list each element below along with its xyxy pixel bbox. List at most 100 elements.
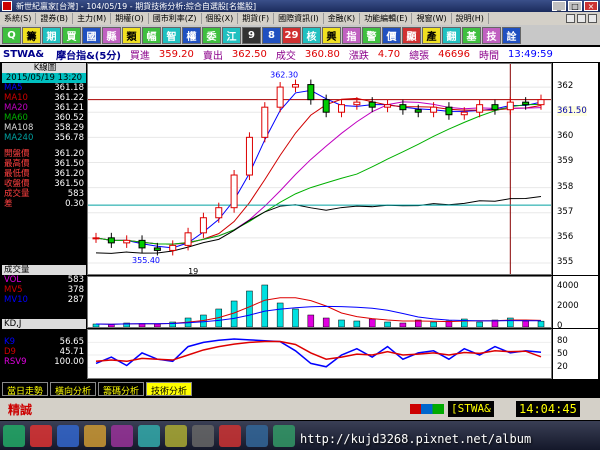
- last-value: 362.50: [231, 49, 267, 60]
- toolbar-button-9[interactable]: 權: [182, 26, 201, 44]
- tab-2[interactable]: 籌碼分析: [98, 382, 145, 397]
- vol-value: 378: [67, 285, 84, 295]
- menu-item-1[interactable]: 證券(B): [36, 13, 74, 24]
- menu-item-6[interactable]: 期貨(F): [238, 13, 275, 24]
- menu-item-4[interactable]: 國市利率(Z): [149, 13, 202, 24]
- toolbar-button-4[interactable]: 國: [82, 26, 101, 44]
- toolbar-button-14[interactable]: 29: [282, 26, 301, 44]
- grid-icon[interactable]: [566, 14, 575, 23]
- menu-item-7[interactable]: 國際資訊(I): [274, 13, 324, 24]
- ohlc-value: 361.20: [54, 149, 84, 159]
- ohlc-label: 成交量: [4, 189, 30, 199]
- toolbar-button-5[interactable]: 縣: [102, 26, 121, 44]
- vol-row: VOL 583: [2, 275, 86, 285]
- ma-value: 361.21: [54, 103, 84, 113]
- ma-label: MA20: [4, 103, 28, 113]
- menu-item-2[interactable]: 主力(M): [73, 13, 112, 24]
- ma-value: 356.78: [54, 133, 84, 143]
- toolbar-button-1[interactable]: 籌: [22, 26, 41, 44]
- ohlc-label: 開盤價: [4, 149, 30, 159]
- minimize-button[interactable]: _: [552, 1, 566, 11]
- toolbar-button-13[interactable]: 8: [262, 26, 281, 44]
- toolbar-button-18[interactable]: 警: [362, 26, 381, 44]
- volume-bar: [353, 320, 361, 327]
- candle: [537, 99, 545, 106]
- app-icon-5[interactable]: [138, 424, 160, 447]
- toolbar-button-24[interactable]: 技: [482, 26, 501, 44]
- toolbar-button-16[interactable]: 興: [322, 26, 341, 44]
- menu-item-11[interactable]: 說明(H): [452, 13, 489, 24]
- menu-item-0[interactable]: 系統(S): [0, 13, 37, 24]
- toolbar-button-0[interactable]: Q: [2, 26, 21, 44]
- ohlc-value: 0.30: [65, 199, 84, 209]
- toolbar-button-17[interactable]: 指: [342, 26, 361, 44]
- volume-bar: [108, 324, 115, 327]
- toolbar-button-15[interactable]: 核: [302, 26, 321, 44]
- toolbar-button-20[interactable]: 顯: [402, 26, 421, 44]
- price-chart[interactable]: 362.30 355.40 19: [87, 63, 552, 275]
- menu-item-10[interactable]: 視窗(W): [412, 13, 452, 24]
- ohlc-row: 差 0.30: [2, 199, 86, 209]
- menu-item-9[interactable]: 功能編輯(E): [360, 13, 413, 24]
- sell-label: 賣出: [202, 51, 223, 62]
- toolbar-button-23[interactable]: 基: [462, 26, 481, 44]
- toolbar-button-10[interactable]: 委: [202, 26, 221, 44]
- tab-1[interactable]: 橫向分析: [50, 382, 97, 397]
- ma-line-0: [95, 89, 542, 249]
- candle: [276, 86, 284, 108]
- candle: [92, 237, 100, 240]
- app-icon-6[interactable]: [165, 424, 187, 447]
- app-icon-8[interactable]: [219, 424, 241, 447]
- kd-tick: 50: [557, 349, 568, 359]
- toolbar-button-19[interactable]: 價: [382, 26, 401, 44]
- close-icon[interactable]: [588, 14, 597, 23]
- toolbar-button-11[interactable]: 江: [222, 26, 241, 44]
- start-icon[interactable]: [3, 424, 25, 447]
- close-button[interactable]: ×: [584, 1, 598, 11]
- toolbar-button-3[interactable]: 買: [62, 26, 81, 44]
- status-indicator-icon: [410, 404, 444, 414]
- candle: [123, 239, 131, 244]
- toolbar-button-7[interactable]: 幅: [142, 26, 161, 44]
- toolbar-button-6[interactable]: 類: [122, 26, 141, 44]
- app-icon-3[interactable]: [84, 424, 106, 447]
- app-icon-1[interactable]: [30, 424, 52, 447]
- ohlc-value: 361.20: [54, 169, 84, 179]
- toolbar-button-2[interactable]: 期: [42, 26, 61, 44]
- ma-row: MA240 356.78: [2, 133, 86, 143]
- price-tick: 358: [557, 181, 574, 192]
- high-label: 362.30: [270, 71, 298, 80]
- app-icon-9[interactable]: [246, 424, 268, 447]
- ohlc-row: 收盤價 361.50: [2, 179, 86, 189]
- app-icon-10[interactable]: [273, 424, 295, 447]
- toolbar-button-21[interactable]: 產: [422, 26, 441, 44]
- toolbar-button-22[interactable]: 翻: [442, 26, 461, 44]
- maximize-button[interactable]: □: [568, 1, 582, 11]
- ohlc-label: 最高價: [4, 159, 30, 169]
- menu-item-8[interactable]: 金融(K): [324, 13, 361, 24]
- volume-value: 4.70: [377, 49, 401, 60]
- toolbar-button-12[interactable]: 9: [242, 26, 261, 44]
- candle: [199, 217, 207, 234]
- tab-3[interactable]: 技術分析: [146, 382, 193, 397]
- menu-item-3[interactable]: 期權(O): [111, 13, 149, 24]
- toolbar-button-25[interactable]: 詮: [502, 26, 521, 44]
- tab-0[interactable]: 當日走勢: [2, 382, 49, 397]
- candle: [399, 104, 407, 111]
- menu-item-5[interactable]: 個股(X): [202, 13, 239, 24]
- kd-chart[interactable]: [87, 329, 552, 379]
- info-icon[interactable]: [577, 14, 586, 23]
- candle: [353, 101, 361, 106]
- volume-chart[interactable]: [87, 276, 552, 328]
- vol-row: MV10 287: [2, 295, 86, 305]
- app-icon-2[interactable]: [57, 424, 79, 447]
- candle: [491, 104, 499, 111]
- app-icon-4[interactable]: [111, 424, 133, 447]
- toolbar-button-8[interactable]: 智: [162, 26, 181, 44]
- ohlc-label: 差: [4, 199, 13, 209]
- volume-bar: [522, 320, 529, 327]
- app-icon-7[interactable]: [192, 424, 214, 447]
- ma-row: MA10 361.22: [2, 93, 86, 103]
- time-value: 13:49:59: [507, 49, 553, 60]
- ohlc-row: 最低價 361.20: [2, 169, 86, 179]
